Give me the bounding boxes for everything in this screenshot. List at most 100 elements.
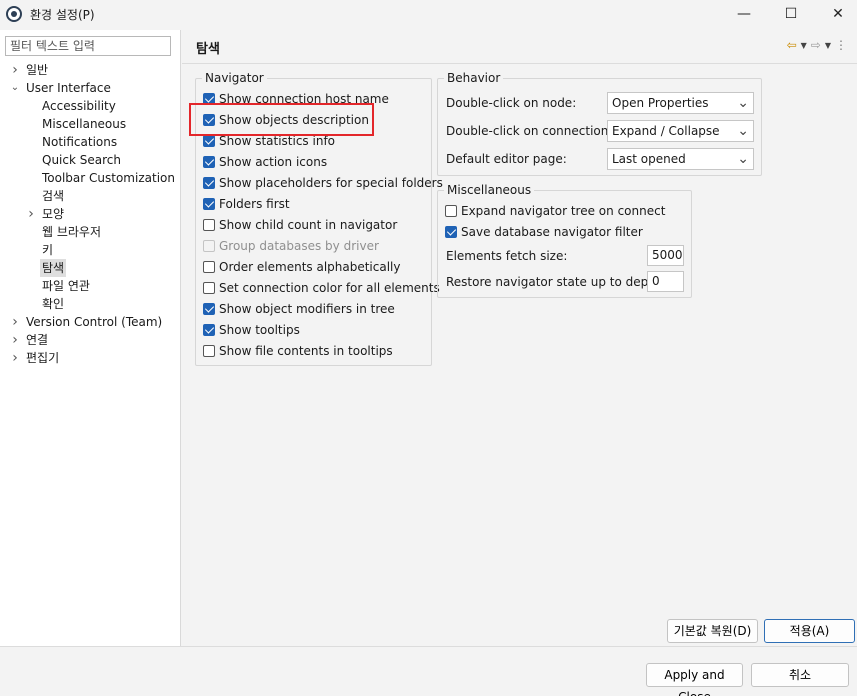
behavior-row: Double-click on node: (446, 92, 576, 114)
behavior-select-value: Last opened (612, 152, 686, 166)
behavior-select[interactable]: Open Properties ⌄ (607, 92, 754, 114)
behavior-select[interactable]: Expand / Collapse ⌄ (607, 120, 754, 142)
fetch-size-label: Elements fetch size: (446, 249, 568, 263)
sidebar-item[interactable]: › 연결 (0, 331, 181, 349)
sidebar-item[interactable]: Quick Search (0, 151, 181, 169)
checkbox-option[interactable]: Order elements alphabetically (203, 258, 401, 276)
sidebar-item-label: 일반 (26, 63, 49, 77)
highlight-box (189, 103, 374, 136)
maximize-button[interactable]: ☐ (768, 0, 814, 28)
chevron-down-icon[interactable]: ⌄ (737, 121, 749, 141)
page-header: 탐색 ⇦ ▼ ⇨ ▼ ⋮ (182, 30, 857, 64)
cancel-button[interactable]: 취소 (751, 663, 849, 687)
close-button[interactable]: ✕ (815, 0, 857, 28)
sidebar-item[interactable]: 파일 연관 (0, 277, 181, 295)
behavior-row: Default editor page: (446, 148, 567, 170)
chevron-right-icon[interactable]: › (9, 349, 21, 367)
sidebar-item[interactable]: › 모양 (0, 205, 181, 223)
checkbox-checked[interactable] (203, 177, 215, 189)
sidebar-item-label: Notifications (42, 135, 118, 149)
checkbox-checked[interactable] (203, 198, 215, 210)
behavior-select[interactable]: Last opened ⌄ (607, 148, 754, 170)
checkbox-checked[interactable] (203, 156, 215, 168)
forward-arrow-icon[interactable]: ⇨ (811, 38, 821, 52)
chevron-right-icon[interactable]: › (9, 61, 21, 79)
checkbox-checked[interactable] (203, 135, 215, 147)
checkbox-option[interactable]: Save database navigator filter (445, 223, 643, 241)
sidebar-item[interactable]: Notifications (0, 133, 181, 151)
sidebar-item-label: 검색 (42, 189, 65, 203)
sidebar-item[interactable]: Toolbar Customization (0, 169, 181, 187)
filter-input[interactable] (5, 36, 171, 56)
sidebar-item[interactable]: › 편집기 (0, 349, 181, 367)
checkbox-option[interactable]: Show placeholders for special folders (203, 174, 443, 192)
checkbox-label: Folders first (219, 197, 290, 211)
behavior-row-label: Double-click on node: (446, 96, 577, 110)
minimize-button[interactable]: — (721, 0, 767, 28)
checkbox-option[interactable]: Expand navigator tree on connect (445, 202, 665, 220)
checkbox-option[interactable]: Set connection color for all elements (203, 279, 440, 297)
fetch-size-input[interactable]: 5000 (647, 245, 684, 266)
sidebar-item-label: 파일 연관 (42, 279, 90, 293)
checkbox-option[interactable]: Show tooltips (203, 321, 300, 339)
checkbox-option[interactable]: Show action icons (203, 153, 327, 171)
sidebar-item[interactable]: Accessibility (0, 97, 181, 115)
restore-depth-row: Restore navigator state up to depth: (446, 271, 665, 293)
behavior-row-label: Double-click on connection: (446, 124, 613, 138)
behavior-group-legend: Behavior (444, 71, 504, 85)
checkbox-unchecked (203, 240, 215, 252)
checkbox-unchecked[interactable] (203, 219, 215, 231)
checkbox-label: Save database navigator filter (461, 225, 643, 239)
fetch-size-row: Elements fetch size: (446, 245, 567, 267)
more-options-icon[interactable]: ⋮ (835, 38, 847, 52)
checkbox-option[interactable]: Folders first (203, 195, 290, 213)
sidebar-item[interactable]: › 일반 (0, 61, 181, 79)
sidebar-item[interactable]: 탐색 (0, 259, 181, 277)
restore-depth-label: Restore navigator state up to depth: (446, 275, 665, 289)
chevron-right-icon[interactable]: › (9, 331, 21, 349)
page-navigation-tools: ⇦ ▼ ⇨ ▼ ⋮ (787, 38, 847, 52)
checkbox-option: Group databases by driver (203, 237, 379, 255)
checkbox-checked[interactable] (203, 324, 215, 336)
checkbox-unchecked[interactable] (203, 345, 215, 357)
forward-menu-chevron-icon[interactable]: ▼ (825, 41, 831, 50)
checkbox-unchecked[interactable] (203, 282, 215, 294)
sidebar-item[interactable]: ⌄ User Interface (0, 79, 181, 97)
sidebar-item[interactable]: 키 (0, 241, 181, 259)
chevron-down-icon[interactable]: ⌄ (737, 93, 749, 113)
miscellaneous-group: Miscellaneous Expand navigator tree on c… (437, 183, 692, 298)
chevron-down-icon[interactable]: ⌄ (737, 149, 749, 169)
sidebar-item[interactable]: › Version Control (Team) (0, 313, 181, 331)
back-menu-chevron-icon[interactable]: ▼ (801, 41, 807, 50)
apply-and-close-button[interactable]: Apply and Close (646, 663, 743, 696)
checkbox-label: Show placeholders for special folders (219, 176, 443, 190)
sidebar-item[interactable]: Miscellaneous (0, 115, 181, 133)
sidebar-item-label: 웹 브라우저 (42, 225, 102, 239)
sidebar-item[interactable]: 검색 (0, 187, 181, 205)
checkbox-unchecked[interactable] (445, 205, 457, 217)
preferences-tree: › 일반 ⌄ User Interface Accessibility Miscellan… (0, 61, 181, 367)
apply-button[interactable]: 적용(A) (764, 619, 855, 643)
checkbox-checked[interactable] (203, 303, 215, 315)
back-arrow-icon[interactable]: ⇦ (787, 38, 797, 52)
navigator-group-legend: Navigator (202, 71, 267, 85)
sidebar-item-label: 모양 (42, 207, 65, 221)
checkbox-option[interactable]: Show child count in navigator (203, 216, 397, 234)
chevron-right-icon[interactable]: › (25, 205, 37, 223)
checkbox-option[interactable]: Show object modifiers in tree (203, 300, 395, 318)
chevron-down-icon[interactable]: ⌄ (9, 79, 21, 97)
page-title: 탐색 (196, 42, 220, 57)
restore-defaults-button[interactable]: 기본값 복원(D) (667, 619, 758, 643)
restore-depth-input[interactable]: 0 (647, 271, 684, 292)
checkbox-label: Show tooltips (219, 323, 300, 337)
behavior-select-value: Expand / Collapse (612, 124, 720, 138)
sidebar-item[interactable]: 확인 (0, 295, 181, 313)
checkbox-option[interactable]: Show file contents in tooltips (203, 342, 393, 360)
sidebar-item-label: 키 (42, 243, 54, 257)
checkbox-checked[interactable] (445, 226, 457, 238)
checkbox-label: Set connection color for all elements (219, 281, 440, 295)
behavior-group: Behavior Double-click on node: Open Prope… (437, 71, 762, 176)
checkbox-unchecked[interactable] (203, 261, 215, 273)
chevron-right-icon[interactable]: › (9, 313, 21, 331)
sidebar-item[interactable]: 웹 브라우저 (0, 223, 181, 241)
